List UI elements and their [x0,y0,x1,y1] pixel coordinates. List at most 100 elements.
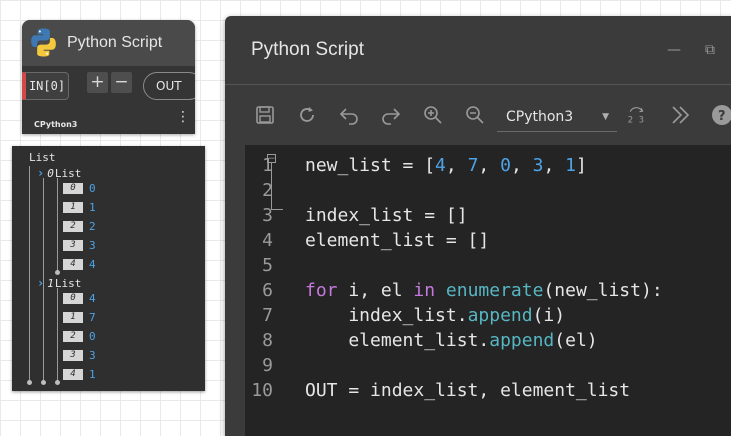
chevron-down-icon: ▼ [602,112,609,122]
code-line[interactable]: 8 element_list.append(el) [245,328,731,353]
code-line[interactable]: 2 [245,178,731,203]
svg-text:?: ? [718,109,726,124]
add-input-button[interactable]: + [87,72,108,93]
code-token: for [305,280,338,301]
code-text: index_list = [] [305,203,468,228]
line-number: 3 [262,205,273,226]
zoom-in-icon[interactable] [422,104,444,126]
preview-root-label: List [29,151,56,164]
code-token: append [489,330,555,351]
redo-icon[interactable] [380,104,402,126]
node-menu-icon[interactable]: ⋮ [176,110,190,124]
node-title: Python Script [67,34,163,51]
code-token: (new_list): [543,280,663,301]
code-editor[interactable]: 1 new_list = [4, 7, 0, 3, 1] 2 3 index_list … [245,145,731,436]
code-token: 4 [435,155,446,176]
line-number: 6 [262,280,273,301]
code-token: , [478,155,501,176]
editor-title: Python Script [251,39,364,60]
chevron-right-icon[interactable]: › [37,166,44,180]
code-token: enumerate [445,280,544,301]
python-editor-window[interactable]: Python Script — ⧉ CPython3 ▼ 23 ? 1 new_l… [225,16,731,436]
tree-end-dot [41,380,46,385]
popout-icon[interactable]: ⧉ [705,42,715,58]
engine-dropdown[interactable]: CPython3 ▼ [497,102,617,132]
code-token: in [413,280,436,301]
node-engine-label: CPython3 [34,120,78,129]
tree-guide-line [57,288,58,383]
tree-end-dot [55,380,60,385]
fold-guide-end [271,209,283,210]
code-line[interactable]: 3 index_list = [] [245,203,731,228]
code-token: element_list = [] [305,230,490,251]
svg-text:3: 3 [639,115,644,125]
code-line[interactable]: 6 for i, el in enumerate(new_list): [245,278,731,303]
code-token: OUT = index_list, element_list [305,380,631,401]
code-text: index_list.append(i) [305,303,565,328]
code-token: i, el [337,280,414,301]
python-logo-icon [31,28,56,57]
zoom-out-icon[interactable] [464,104,486,126]
code-line[interactable]: 9 [245,353,731,378]
sublist-header[interactable]: › 0List [37,166,81,180]
code-text: element_list = [] [305,228,489,253]
code-token: ] [576,155,587,176]
sublist-header[interactable]: › 1List [37,276,81,290]
svg-text:2: 2 [628,115,633,125]
code-token: element_list. [305,330,490,351]
line-number: 5 [262,255,273,276]
code-line[interactable]: 1 new_list = [4, 7, 0, 3, 1] [245,153,731,178]
fold-guide [271,163,272,210]
more-icon[interactable] [669,104,691,126]
code-token: index_list. [305,305,468,326]
code-token: new_list = [ [305,155,436,176]
code-token: 0 [500,155,511,176]
code-token: , [445,155,468,176]
line-number: 8 [262,330,273,351]
remove-input-button[interactable]: − [111,72,132,93]
run-icon[interactable] [296,104,318,126]
engine-dropdown-value: CPython3 [506,109,574,125]
code-text: new_list = [4, 7, 0, 3, 1] [305,153,587,178]
tree-guide-line [57,178,58,273]
code-line[interactable]: 10 OUT = index_list, element_list [245,378,731,403]
header-divider [225,84,731,85]
code-line[interactable]: 7 index_list.append(i) [245,303,731,328]
undo-icon[interactable] [338,104,360,126]
line-number: 4 [262,230,273,251]
code-line[interactable]: 5 [245,253,731,278]
code-token: 7 [467,155,479,176]
code-token: (i) [532,305,566,326]
tree-end-dot [55,270,60,275]
line-number: 10 [251,380,273,401]
code-text: for i, el in enumerate(new_list): [305,278,663,303]
line-number: 7 [262,305,273,326]
tree-end-dot [27,380,32,385]
chevron-right-icon[interactable]: › [37,276,44,290]
code-token: 3 [532,155,544,176]
fold-toggle-icon[interactable]: − [267,154,276,164]
convert-icon[interactable]: 23 [626,104,652,126]
code-token: 1 [565,155,577,176]
save-icon[interactable] [254,104,276,126]
code-token: index_list = [] [305,205,468,226]
tree-guide-line [29,166,30,383]
line-number: 2 [262,180,273,201]
output-port-out[interactable]: OUT [143,72,195,100]
node-body: IN[0] + − OUT CPython3 ⋮ [22,66,195,134]
code-token: (el) [554,330,598,351]
python-script-node[interactable]: Python Script IN[0] + − OUT CPython3 ⋮ [22,20,195,134]
code-line[interactable]: 4 element_list = [] [245,228,731,253]
line-number: 9 [262,355,273,376]
help-icon[interactable]: ? [711,104,731,126]
code-token: , [510,155,533,176]
node-header[interactable]: Python Script [22,20,195,66]
code-text: element_list.append(el) [305,328,598,353]
code-token: , [543,155,566,176]
minimize-icon[interactable]: — [667,42,681,58]
input-port-in0[interactable]: IN[0] [22,72,69,100]
code-text: OUT = index_list, element_list [305,378,630,403]
output-preview[interactable]: List › 0List 00 11 22 33 44 › 1List 04 17 … [12,146,205,391]
code-token: append [467,305,533,326]
